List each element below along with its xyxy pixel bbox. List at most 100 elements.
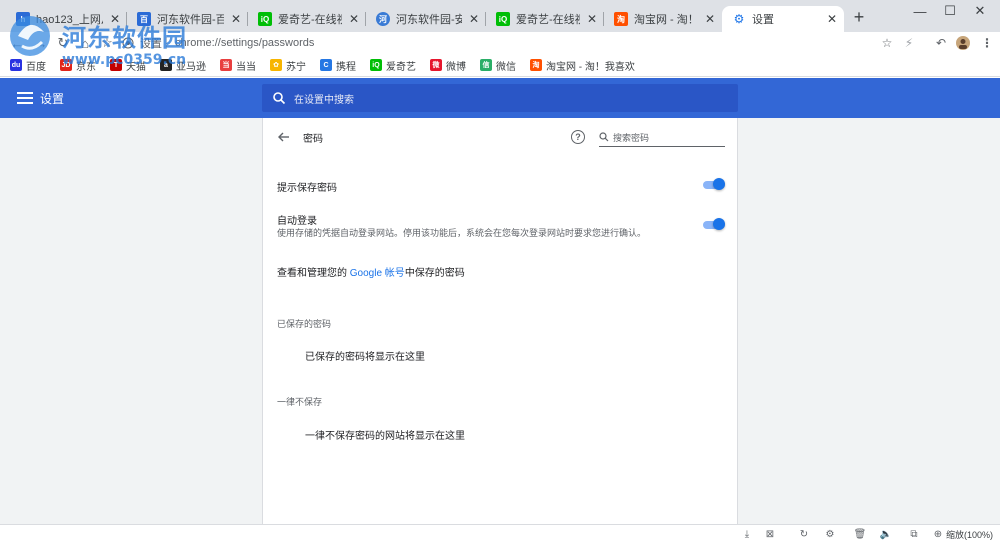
page-chip: 设置 — [140, 38, 162, 50]
zoom-level[interactable]: 缩放(100%) — [946, 528, 993, 541]
tab-favicon-icon: 河 — [376, 12, 390, 26]
gear-icon[interactable]: ⚙ — [824, 528, 836, 540]
saved-passwords-empty: 已保存的密码将显示在这里 — [305, 352, 425, 363]
profile-avatar-icon — [956, 36, 970, 50]
browser-tab[interactable]: 淘 淘宝网 - 淘！我喜欢 ✕ — [604, 6, 722, 32]
trash-icon[interactable]: 🗑 — [854, 528, 867, 540]
bookmarks-bar: du 百度 JD 京东 T 天猫 a 亚马逊 当当当 ✿ 苏宁 C 携程 iQ 爱奇艺 微微博… — [0, 54, 1000, 77]
volume-icon[interactable]: 🔈 — [880, 528, 892, 540]
tab-close-icon[interactable]: ✕ — [109, 12, 121, 26]
suning-icon: ✿ — [270, 59, 282, 71]
download-icon[interactable]: ⤓ — [741, 528, 753, 540]
bookmark-item[interactable]: 淘淘宝网 - 淘！我喜欢 — [530, 58, 635, 73]
browser-tab[interactable]: 河 河东软件园-安全的绿色 ✕ — [366, 6, 486, 32]
settings-search-input[interactable]: 在设置中搜索 — [262, 84, 738, 112]
menu-kebab-icon[interactable]: ⋮ — [978, 34, 996, 52]
tab-title: 设置 — [752, 14, 774, 26]
bookmark-item[interactable]: ✿ 苏宁 — [270, 58, 306, 73]
password-search-input[interactable]: 搜索密码 — [599, 128, 725, 147]
bookmark-item[interactable]: JD 京东 — [60, 58, 96, 73]
tab-strip: h hao123_上网从这里开始 ✕ 百 河东软件园-百度搜索 ✕ iQ 爱奇艺… — [0, 0, 1000, 32]
tmall-icon: T — [110, 59, 122, 71]
bookmark-star-icon[interactable]: ☆ — [878, 34, 896, 52]
taobao-icon: 淘 — [530, 59, 542, 71]
bookmark-item[interactable]: du 百度 — [10, 58, 46, 73]
browser-tab[interactable]: h hao123_上网从这里开始 ✕ — [6, 6, 127, 32]
tab-favicon-icon: iQ — [496, 12, 510, 26]
bookmark-item[interactable]: T 天猫 — [110, 58, 146, 73]
tab-title: hao123_上网从这里开始 — [36, 14, 103, 26]
bookmark-item[interactable]: 当当当 — [220, 58, 256, 73]
zoom-in-icon[interactable]: ⊕ — [932, 528, 944, 540]
browser-tab-active[interactable]: ⚙ 设置 ✕ — [722, 6, 844, 32]
tab-favicon-icon: 百 — [137, 12, 151, 26]
address-bar[interactable]: 设置 chrome://settings/passwords — [122, 33, 902, 53]
home-button[interactable]: ⌂ — [76, 34, 94, 52]
auto-signin-toggle[interactable] — [703, 218, 725, 232]
screenshot-icon[interactable]: ⊠ — [764, 528, 776, 540]
auto-signin-label: 自动登录 — [277, 216, 317, 227]
status-bar: ⤓ ⊠ ↻ ⚙ 🗑 🔈 ⧉ ⊕ 缩放(100%) — [0, 524, 1000, 542]
undo-icon[interactable]: ↶ — [932, 34, 950, 52]
window-icon[interactable]: ⧉ — [908, 528, 920, 540]
dangdang-icon: 当 — [220, 59, 232, 71]
gear-icon: ⚙ — [733, 12, 745, 26]
refresh-icon[interactable]: ↻ — [798, 528, 810, 540]
never-saved-heading: 一律不保存 — [277, 397, 323, 407]
bookmark-item[interactable]: 信微信 — [480, 58, 516, 73]
tab-favicon-icon: h — [16, 12, 30, 26]
tab-title: 淘宝网 - 淘！我喜欢 — [634, 14, 698, 26]
new-tab-button[interactable]: + — [850, 8, 868, 26]
back-button[interactable]: ← — [8, 34, 26, 52]
bookmark-item[interactable]: iQ 爱奇艺 — [370, 58, 416, 73]
hamburger-menu-icon[interactable] — [17, 90, 33, 106]
settings-search-placeholder: 在设置中搜索 — [294, 94, 354, 106]
tab-close-icon[interactable]: ✕ — [348, 12, 360, 26]
baidu-icon: du — [10, 59, 22, 71]
saved-passwords-heading: 已保存的密码 — [277, 319, 332, 329]
back-arrow-icon[interactable] — [277, 130, 291, 144]
bookmark-item[interactable]: 微微博 — [430, 58, 466, 73]
tab-title: 爱奇艺-在线视频网站 — [516, 14, 580, 26]
bookmark-item[interactable]: a 亚马逊 — [160, 58, 206, 73]
ctrip-icon: C — [320, 59, 332, 71]
bookmark-item[interactable]: C 携程 — [320, 58, 356, 73]
help-icon[interactable]: ? — [571, 130, 585, 144]
avatar[interactable] — [954, 34, 972, 52]
jd-icon: JD — [60, 59, 72, 71]
url-text[interactable]: chrome://settings/passwords — [175, 37, 314, 49]
manage-passwords-text: 查看和管理您的 Google 帐号中保存的密码 — [277, 268, 465, 279]
browser-tab[interactable]: iQ 爱奇艺-在线视频网站 ✕ — [248, 6, 366, 32]
never-saved-empty: 一律不保存密码的网站将显示在这里 — [305, 431, 465, 442]
auto-signin-description: 使用存储的凭据自动登录网站。停用该功能后，系统会在您每次登录网站时要求您进行确认… — [277, 228, 647, 238]
search-icon — [273, 92, 286, 105]
iqiyi-icon: iQ — [370, 59, 382, 71]
amazon-icon: a — [160, 59, 172, 71]
bookmark-star-icon[interactable]: ☆ — [98, 34, 116, 52]
tab-close-icon[interactable]: ✕ — [586, 12, 598, 26]
settings-title: 设置 — [40, 92, 65, 106]
reload-button[interactable]: ↻ — [54, 34, 72, 52]
search-icon — [599, 132, 609, 142]
tab-close-icon[interactable]: ✕ — [230, 12, 242, 26]
tab-title: 河东软件园-安全的绿色 — [396, 14, 462, 26]
password-search-placeholder: 搜索密码 — [613, 132, 650, 143]
tab-close-icon[interactable]: ✕ — [468, 12, 480, 26]
google-account-link[interactable]: Google 帐号 — [350, 268, 405, 279]
offer-save-toggle[interactable] — [703, 178, 725, 192]
browser-tab[interactable]: 百 河东软件园-百度搜索 ✕ — [127, 6, 248, 32]
page-title: 密码 — [303, 134, 323, 145]
close-window-button[interactable]: ✕ — [960, 0, 1000, 22]
tab-close-icon[interactable]: ✕ — [826, 12, 838, 26]
secure-shield-icon — [122, 37, 134, 49]
wechat-icon: 信 — [480, 59, 492, 71]
extension-icon[interactable]: ⚡ — [900, 34, 918, 52]
tab-title: 河东软件园-百度搜索 — [157, 14, 224, 26]
browser-toolbar: ← → ↻ ⌂ ☆ 设置 chrome://settings/passwords… — [0, 32, 1000, 54]
tab-close-icon[interactable]: ✕ — [704, 12, 716, 26]
passwords-card: 密码 ? 搜索密码 提示保存密码 自动登录 使用存储的凭据自动登录网站。停用该功… — [262, 118, 738, 524]
tab-favicon-icon: 淘 — [614, 12, 628, 26]
forward-button[interactable]: → — [32, 34, 50, 52]
tab-title: 爱奇艺-在线视频网站 — [278, 14, 342, 26]
browser-tab[interactable]: iQ 爱奇艺-在线视频网站 ✕ — [486, 6, 604, 32]
